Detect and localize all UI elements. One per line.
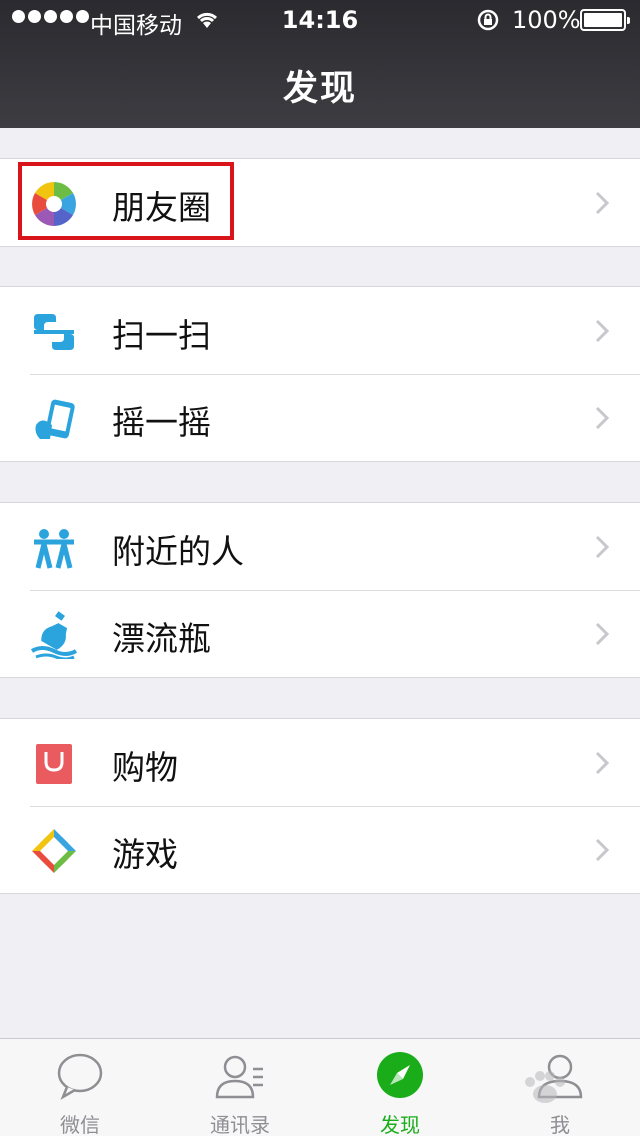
list-item-label: 购物 xyxy=(112,748,178,787)
status-bar: 中国移动 14:16 100% xyxy=(0,0,640,40)
games-icon xyxy=(32,829,76,873)
discover-group-moments: 朋友圈 xyxy=(0,158,640,247)
compass-icon xyxy=(377,1052,423,1098)
list-item-moments[interactable]: 朋友圈 xyxy=(0,159,640,246)
nearby-people-icon xyxy=(34,529,74,569)
watermark-logo-icon xyxy=(525,1071,565,1103)
tab-label: 我 xyxy=(550,1113,570,1136)
chat-bubble-icon xyxy=(57,1053,103,1100)
chevron-right-icon xyxy=(595,838,610,862)
list-item-label: 游戏 xyxy=(112,835,178,874)
tab-chats[interactable]: 微信 xyxy=(0,1039,160,1136)
page-title: 发现 xyxy=(282,69,357,109)
shake-icon xyxy=(35,399,75,439)
discover-group-scan-shake: 扫一扫 摇一摇 xyxy=(0,286,640,462)
list-item-shake[interactable]: 摇一摇 xyxy=(0,374,640,461)
list-item-label: 扫一扫 xyxy=(112,316,211,355)
chevron-right-icon xyxy=(595,622,610,646)
chevron-right-icon xyxy=(595,535,610,559)
list-item-games[interactable]: 游戏 xyxy=(0,806,640,893)
chevron-right-icon xyxy=(595,319,610,343)
list-item-nearby-people[interactable]: 附近的人 xyxy=(0,503,640,590)
scan-icon xyxy=(34,314,74,350)
discover-group-shopping-games: 购物 游戏 xyxy=(0,718,640,894)
chevron-right-icon xyxy=(595,751,610,775)
list-item-shopping[interactable]: 购物 xyxy=(0,719,640,806)
list-item-label: 朋友圈 xyxy=(112,188,211,227)
list-item-label: 漂流瓶 xyxy=(112,619,211,658)
shopping-icon xyxy=(36,744,72,784)
list-item-drift-bottle[interactable]: 漂流瓶 xyxy=(0,590,640,677)
rotation-lock-icon xyxy=(477,9,499,31)
tab-label: 通讯录 xyxy=(210,1113,270,1136)
list-item-label: 附近的人 xyxy=(112,532,244,571)
tab-discover[interactable]: 发现 xyxy=(320,1039,480,1136)
top-bar: 中国移动 14:16 100% 发现 xyxy=(0,0,640,128)
moments-icon xyxy=(32,182,76,226)
battery-icon xyxy=(580,9,630,31)
list-item-label: 摇一摇 xyxy=(112,403,211,442)
list-item-scan[interactable]: 扫一扫 xyxy=(0,287,640,374)
battery-percentage: 100% xyxy=(512,6,581,34)
chevron-right-icon xyxy=(595,406,610,430)
chevron-right-icon xyxy=(595,191,610,215)
contacts-icon xyxy=(215,1055,263,1099)
tab-label: 微信 xyxy=(60,1113,100,1136)
discover-group-nearby-bottle: 附近的人 漂流瓶 xyxy=(0,502,640,678)
tab-contacts[interactable]: 通讯录 xyxy=(160,1039,320,1136)
tab-label: 发现 xyxy=(380,1113,420,1136)
drift-bottle-icon xyxy=(30,611,78,659)
